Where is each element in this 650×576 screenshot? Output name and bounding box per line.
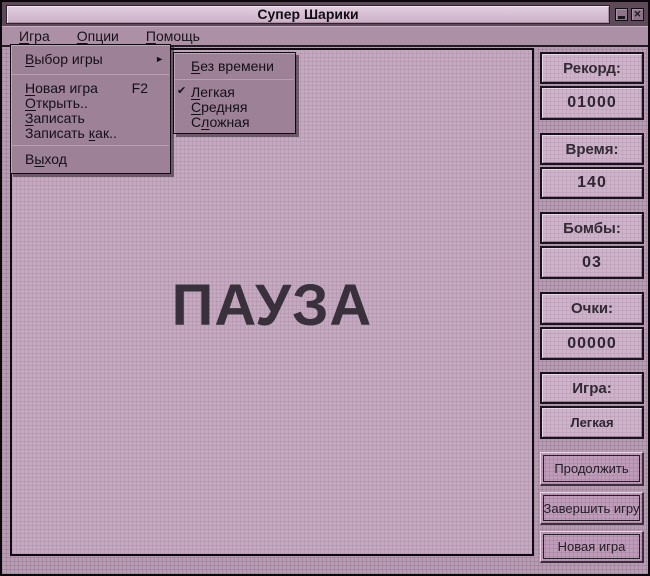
game-mode-value-panel: Легкая (540, 406, 644, 439)
submenu-item-easy[interactable]: ✔ Легкая (174, 84, 295, 100)
minimize-button[interactable] (615, 8, 628, 21)
bombs-value-panel: 03 (540, 246, 644, 279)
menu-item-choose-game[interactable]: Выбор игры ► (11, 49, 170, 69)
menubar-item-options[interactable]: Опции (77, 28, 119, 44)
pause-text: ПАУЗА (171, 272, 373, 338)
menu-separator (12, 145, 169, 146)
close-button[interactable]: ✕ (631, 8, 644, 21)
record-label-panel: Рекорд: (540, 52, 644, 84)
difficulty-submenu: Без времени ✔ Легкая Средняя Сложная (173, 52, 296, 134)
submenu-item-medium[interactable]: Средняя (174, 99, 295, 115)
app-window: Супер Шарики ✕ Игра Опции Помощь ПАУЗА Р… (0, 0, 650, 576)
window-controls: ✕ (615, 8, 644, 21)
menu-separator (12, 74, 169, 75)
continue-button[interactable]: Продолжить (540, 452, 644, 486)
menu-item-new-game[interactable]: Новая игра F2 (11, 79, 170, 96)
new-game-button[interactable]: Новая игра (540, 531, 644, 563)
menu-item-save[interactable]: Записать (11, 110, 170, 126)
menu-item-open[interactable]: Открыть.. (11, 95, 170, 111)
sidebar: Рекорд: 01000 Время: 140 Бомбы: 03 Очки:… (540, 48, 644, 572)
game-menu-dropdown: Выбор игры ► Новая игра F2 Открыть.. Зап… (10, 44, 171, 174)
menu-item-exit[interactable]: Выход (11, 151, 170, 167)
end-game-button[interactable]: Завершить игру (540, 492, 644, 525)
minimize-icon (618, 15, 625, 19)
submenu-arrow-icon: ► (155, 53, 164, 64)
close-icon: ✕ (633, 9, 642, 19)
submenu-item-no-time[interactable]: Без времени (174, 56, 295, 75)
checkmark-icon: ✔ (177, 85, 187, 97)
submenu-item-hard[interactable]: Сложная (174, 114, 295, 130)
menubar-item-help[interactable]: Помощь (146, 28, 200, 44)
score-value-panel: 00000 (540, 327, 644, 360)
time-value-panel: 140 (540, 167, 644, 199)
score-label-panel: Очки: (540, 292, 644, 325)
window-title: Супер Шарики (6, 5, 610, 24)
menubar-item-game[interactable]: Игра (19, 28, 50, 44)
menu-separator (175, 79, 294, 80)
game-mode-label-panel: Игра: (540, 372, 644, 404)
menu-item-save-as[interactable]: Записать как.. (11, 125, 170, 141)
titlebar: Супер Шарики ✕ (2, 2, 648, 26)
record-value-panel: 01000 (540, 86, 644, 120)
time-label-panel: Время: (540, 133, 644, 165)
shortcut-label: F2 (131, 79, 148, 96)
bombs-label-panel: Бомбы: (540, 212, 644, 244)
